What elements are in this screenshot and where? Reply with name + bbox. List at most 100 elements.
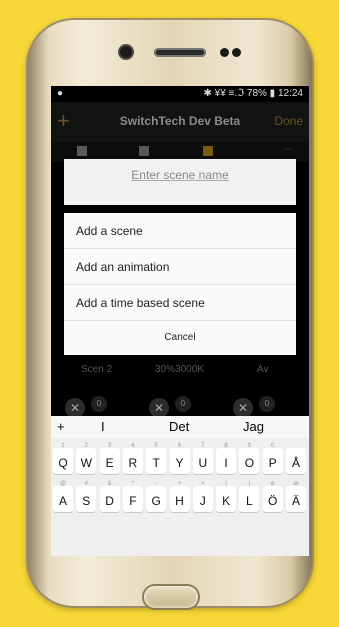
scene-name-dialog: Enter scene name	[64, 159, 296, 205]
key-hint: 9	[247, 443, 252, 449]
animation-icon[interactable]	[203, 146, 213, 156]
remove-icon[interactable]: ✕	[65, 398, 85, 418]
phone-screen: ● ✱ ¥¥ ≡.ℑ 78% ▮ 12:24 + SwitchTech Dev …	[51, 86, 309, 556]
count-badge: 0	[259, 396, 275, 412]
key[interactable]: 7U	[192, 443, 213, 474]
more-icon[interactable]: ⋯	[283, 144, 293, 155]
key[interactable]: -G	[146, 481, 167, 512]
key[interactable]: 6Y	[169, 443, 190, 474]
key-label: D	[105, 494, 114, 508]
scene-icon[interactable]	[139, 146, 149, 156]
key-label: T	[152, 456, 160, 470]
key[interactable]: = J	[192, 481, 213, 512]
sensor	[220, 48, 229, 57]
key-hint: (	[225, 481, 228, 487]
add-scene-item[interactable]: Add a scene	[64, 213, 296, 249]
key-label: H	[175, 494, 184, 508]
key[interactable]: 0P	[262, 443, 283, 474]
front-camera	[120, 46, 132, 58]
keyboard: + I Det Jag 1Q2W3E4R5T6Y7U8I9O0PÅ @ A # S & D…	[51, 416, 309, 556]
key[interactable]: (K	[216, 481, 237, 512]
key[interactable]: 5T	[146, 443, 167, 474]
key-hint: 2	[84, 443, 88, 449]
key[interactable]: 8I	[216, 443, 237, 474]
key-hint: 8	[224, 443, 228, 449]
notification-icon: ●	[57, 88, 64, 99]
scene-name-input[interactable]: Enter scene name	[64, 168, 296, 182]
key-hint: 5	[154, 443, 158, 449]
key-hint: 3	[107, 443, 112, 449]
key[interactable]: + H	[169, 481, 190, 512]
key-label: K	[222, 494, 231, 508]
suggestion-expand[interactable]: +	[57, 416, 65, 438]
key-label: A	[58, 494, 67, 508]
count-badge: 0	[175, 396, 191, 412]
key[interactable]: ) L	[239, 481, 260, 512]
app-bar: + SwitchTech Dev Beta Done	[51, 102, 309, 142]
scene-state: Av	[257, 364, 269, 375]
status-bar: ● ✱ ¥¥ ≡.ℑ 78% ▮ 12:24	[51, 86, 309, 102]
earpiece-speaker	[154, 48, 206, 57]
key-label: G	[151, 494, 161, 508]
key-label: Ö	[268, 494, 278, 508]
lamp-icon[interactable]	[77, 146, 87, 156]
key[interactable]: øÖ	[262, 481, 283, 512]
key-hint: &	[107, 481, 112, 487]
key-hint: ø	[270, 481, 275, 487]
key[interactable]: 4R	[122, 443, 143, 474]
key[interactable]: 1Q	[53, 443, 73, 474]
remove-icon[interactable]: ✕	[149, 398, 169, 418]
suggestion[interactable]: I	[101, 416, 105, 438]
key-label: I	[224, 456, 228, 470]
scene-name: Scen 2	[81, 364, 113, 375]
key-hint: 0	[271, 443, 275, 449]
add-animation-item[interactable]: Add an animation	[64, 249, 296, 285]
key[interactable]: 2W	[76, 443, 97, 474]
key-label: Q	[58, 456, 68, 470]
key-label: R	[128, 456, 138, 470]
key-hint: 7	[201, 443, 205, 449]
key-label: F	[129, 494, 137, 508]
key-label: L	[246, 494, 253, 508]
key[interactable]: @ A	[53, 481, 73, 512]
key-hint: 6	[177, 443, 182, 449]
key[interactable]: & D	[99, 481, 120, 512]
key-label: U	[198, 456, 208, 470]
key[interactable]: # S	[76, 481, 97, 512]
key-label: Å	[291, 456, 300, 470]
suggestion[interactable]: Jag	[243, 416, 264, 438]
key-hint: 4	[131, 443, 135, 449]
sensor	[232, 48, 241, 57]
scene-value: 30%3000K	[155, 364, 204, 375]
key-hint: @	[59, 481, 67, 487]
add-time-based-scene-item[interactable]: Add a time based scene	[64, 285, 296, 321]
key-label: Y	[175, 456, 184, 470]
app-title: SwitchTech Dev Beta	[119, 114, 241, 128]
home-button[interactable]	[144, 586, 198, 608]
key-label: Ä	[291, 494, 300, 508]
status-indicators: ✱ ¥¥ ≡.ℑ 78% ▮ 12:24	[203, 88, 303, 99]
done-button[interactable]: Done	[274, 114, 303, 128]
key-hint: -	[155, 481, 158, 487]
cancel-button[interactable]: Cancel	[64, 321, 296, 355]
remove-icon[interactable]: ✕	[233, 398, 253, 418]
key-label: P	[268, 456, 277, 470]
key-hint: )	[248, 481, 251, 487]
key-hint: æ	[293, 481, 299, 487]
key[interactable]: * F	[122, 481, 143, 512]
key-label: J	[199, 494, 206, 508]
key[interactable]: Å	[286, 448, 306, 474]
key-label: S	[82, 494, 91, 508]
key-hint: +	[177, 481, 182, 487]
count-badge: 0	[91, 396, 107, 412]
key-label: W	[80, 456, 92, 470]
key[interactable]: æÄ	[286, 481, 306, 512]
key-label: O	[244, 456, 255, 470]
key-hint: *	[131, 481, 135, 487]
key-hint: 1	[61, 443, 65, 449]
key[interactable]: 3E	[99, 443, 120, 474]
suggestion[interactable]: Det	[169, 416, 189, 438]
key-label: E	[105, 456, 114, 470]
suggestion-bar: + I Det Jag	[51, 416, 309, 438]
key[interactable]: 9O	[239, 443, 260, 474]
